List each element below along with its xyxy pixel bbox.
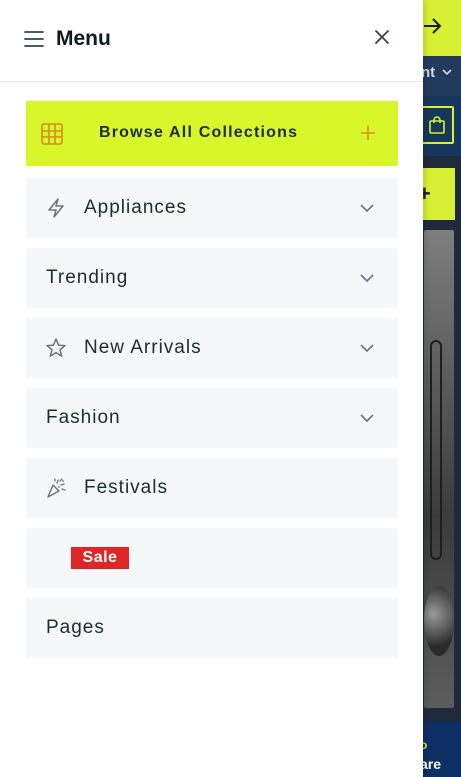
drawer-header: Menu: [0, 0, 423, 82]
cart-button: [420, 106, 454, 144]
background-hero-detail: [430, 340, 442, 560]
arrow-right-icon: [424, 18, 442, 34]
menu-item-label: Pages: [46, 617, 105, 638]
menu-item-festivals[interactable]: Festivals: [26, 458, 398, 518]
browse-all-collections-label: Browse All Collections: [99, 124, 299, 141]
menu-item-pages[interactable]: Pages: [26, 598, 398, 658]
background-footer-text: are: [420, 756, 442, 772]
menu-item-new-arrivals[interactable]: New Arrivals: [26, 318, 398, 378]
shopping-bag-icon: [429, 116, 445, 134]
plus-icon: [361, 126, 375, 140]
chevron-down-icon[interactable]: [358, 269, 376, 287]
menu-title: Menu: [56, 27, 111, 50]
party-popper-icon: [47, 478, 66, 498]
background-nav-text: nt: [421, 64, 436, 81]
chevron-down-icon[interactable]: [358, 199, 376, 217]
lightning-icon: [48, 198, 64, 218]
background-hero-knob: [424, 586, 454, 656]
chevron-down-icon[interactable]: [358, 339, 376, 357]
sale-badge: Sale: [71, 547, 129, 569]
close-icon[interactable]: [372, 27, 392, 47]
chevron-down-icon[interactable]: [358, 409, 376, 427]
browse-all-collections-button[interactable]: Browse All Collections: [26, 101, 398, 166]
menu-item-label: Fashion: [46, 407, 121, 428]
chevron-down-icon: [442, 69, 452, 76]
grid-icon: [41, 123, 63, 145]
menu-item-label: Festivals: [84, 477, 168, 498]
menu-item-label: Trending: [46, 267, 129, 288]
hamburger-icon: [24, 31, 44, 47]
menu-drawer: Menu Browse All Collections Appliances T…: [0, 0, 423, 777]
menu-item-label: Appliances: [84, 197, 187, 218]
menu-item-trending[interactable]: Trending: [26, 248, 398, 308]
star-icon: [46, 338, 66, 357]
menu-item-appliances[interactable]: Appliances: [26, 178, 398, 238]
menu-item-fashion[interactable]: Fashion: [26, 388, 398, 448]
menu-item-label: New Arrivals: [84, 337, 202, 358]
